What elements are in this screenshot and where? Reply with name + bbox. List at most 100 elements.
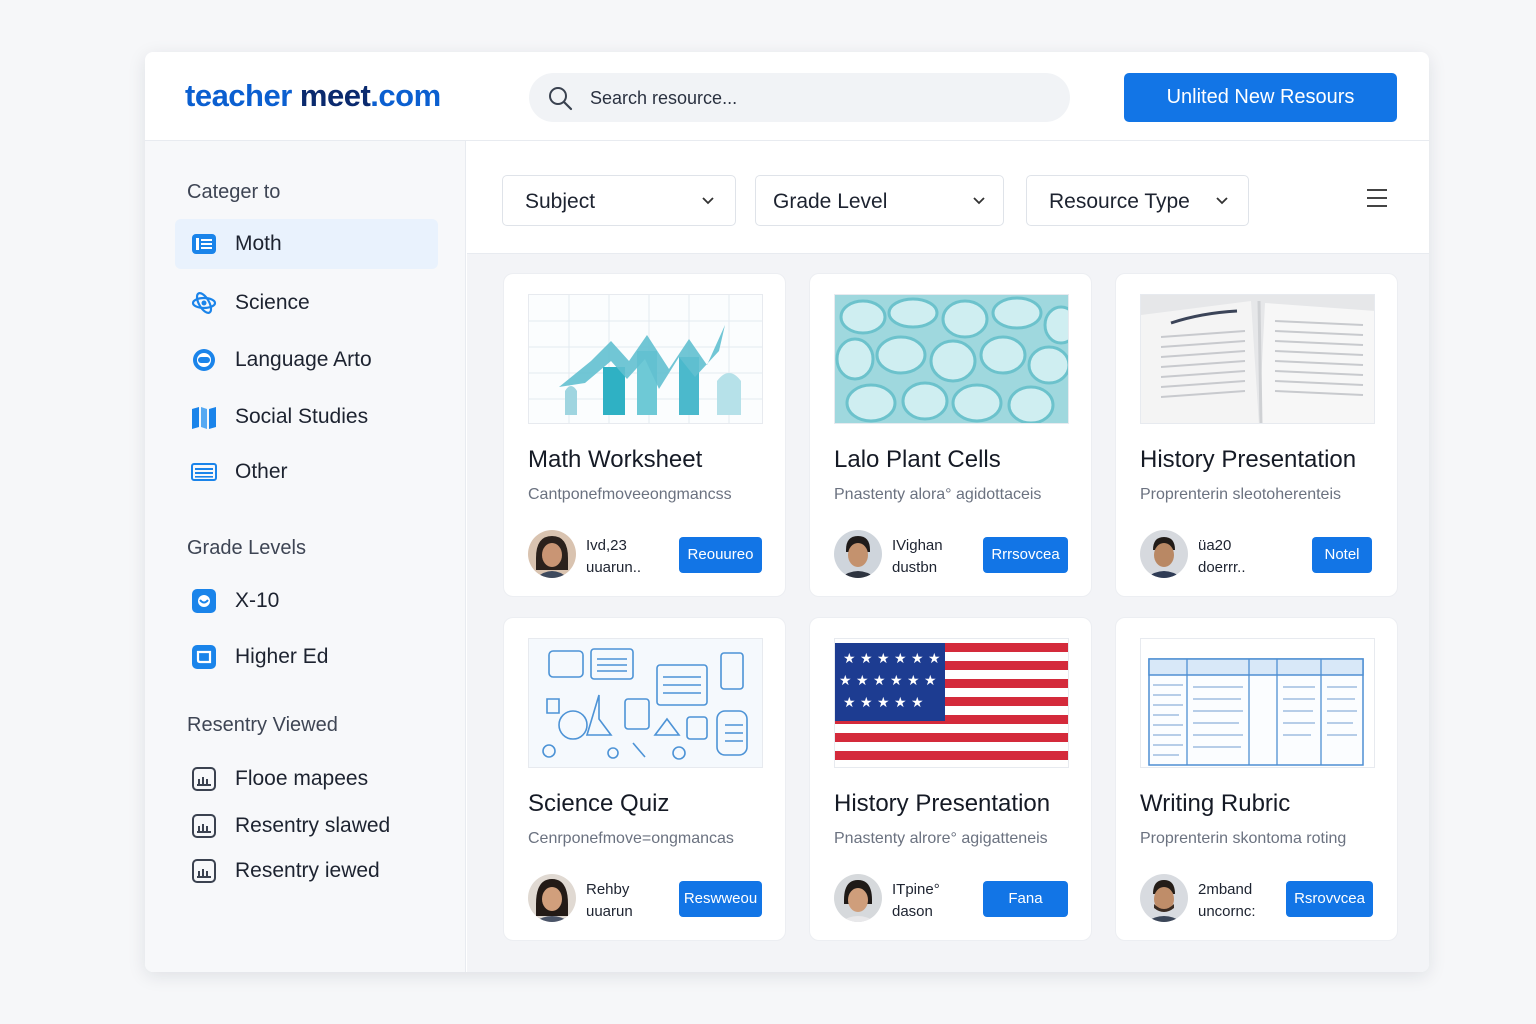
resource-card[interactable]: History Presentation Proprenterin sleoto… <box>1115 273 1398 597</box>
resource-card[interactable]: Science Quiz Cenrponefmove=ongmancas Reh… <box>503 617 786 941</box>
sidebar-item-language-arts[interactable]: Language Arto <box>175 335 438 385</box>
card-title: Science Quiz <box>528 790 670 817</box>
map-icon <box>192 407 216 429</box>
filter-bar: Subject Grade Level Resource Type <box>467 141 1429 254</box>
avatar <box>528 530 576 578</box>
sidebar-item-social-studies[interactable]: Social Studies <box>175 392 438 442</box>
avatar <box>1140 530 1188 578</box>
card-description: Pnastenty alora° agidottaceis <box>834 486 1042 503</box>
grade-levels-heading: Grade Levels <box>187 537 306 559</box>
cells-thumbnail <box>834 294 1069 424</box>
resource-button[interactable]: Rsrovvcea <box>1286 881 1373 917</box>
card-meta-primary: üa20 <box>1198 537 1232 554</box>
grade-level-dropdown-label: Grade Level <box>773 190 888 213</box>
sidebar-item-k10[interactable]: X-10 <box>175 576 438 626</box>
sidebar-item-label: X-10 <box>235 589 280 612</box>
card-meta-primary: 2mband <box>1198 881 1253 898</box>
avatar <box>528 874 576 922</box>
card-description: Proprenterin sleotoherenteis <box>1140 486 1342 503</box>
resource-card[interactable]: Math Worksheet Cantponefmoveeongmancss I… <box>503 273 786 597</box>
resource-card[interactable]: Writing Rubric Proprenterin skontoma rot… <box>1115 617 1398 941</box>
card-meta-primary: Rehby <box>586 881 630 898</box>
card-meta-secondary: uuarun <box>586 903 633 920</box>
app-window: teacher meet.com Search resource... Unli… <box>145 52 1429 972</box>
card-meta-primary: Ivd,23 <box>586 537 627 554</box>
logo-part-1: teacher <box>185 78 292 113</box>
sidebar-item-label: Language Arto <box>235 348 372 371</box>
card-description: Cenrponefmove=ongmancas <box>528 830 734 847</box>
card-description: Proprenterin skontoma roting <box>1140 830 1347 847</box>
list-icon <box>191 463 217 481</box>
card-title: History Presentation <box>1140 446 1357 473</box>
resource-type-dropdown[interactable]: Resource Type <box>1026 175 1249 226</box>
card-meta-secondary: dason <box>892 903 933 920</box>
card-title: Writing Rubric <box>1140 790 1291 817</box>
resource-type-dropdown-label: Resource Type <box>1049 190 1190 213</box>
resource-button[interactable]: Reswweou <box>679 881 762 917</box>
resource-card[interactable]: Lalo Plant Cells Pnastenty alora° agidot… <box>809 273 1092 597</box>
sidebar-item-higher-ed[interactable]: Higher Ed <box>175 632 438 682</box>
card-title: Lalo Plant Cells <box>834 446 1001 473</box>
card-meta-secondary: doerrr.. <box>1198 559 1246 576</box>
card-description: Pnastenty alrore° agigatteneis <box>834 830 1048 847</box>
svg-text:★ ★ ★ ★ ★ ★: ★ ★ ★ ★ ★ ★ <box>839 673 937 689</box>
resource-button[interactable]: Rrrsovcea <box>983 537 1068 573</box>
table-thumbnail <box>1140 638 1375 768</box>
recent-item-1[interactable]: Flooe mapees <box>175 754 438 804</box>
sidebar-item-label: Social Studies <box>235 405 369 428</box>
sidebar-item-other[interactable]: Other <box>175 447 438 497</box>
sidebar-item-label: Science <box>235 291 310 314</box>
subject-dropdown-label: Subject <box>525 190 596 213</box>
sidebar: Categer to Moth Science Language Arto So… <box>145 141 466 972</box>
card-title: History Presentation <box>834 790 1051 817</box>
atom-icon <box>191 292 217 314</box>
resource-grid: Math Worksheet Cantponefmoveeongmancss I… <box>467 254 1429 972</box>
sidebar-item-label: Moth <box>235 232 282 255</box>
recent-item-3[interactable]: Resentry iewed <box>175 846 438 896</box>
resource-button[interactable]: Fana <box>983 881 1068 917</box>
sketch-thumbnail <box>528 638 763 768</box>
recently-viewed-heading: Resentry Viewed <box>187 714 338 736</box>
search-bar[interactable]: Search resource... <box>529 73 1070 122</box>
resource-button[interactable]: Notel <box>1312 537 1372 573</box>
card-meta-secondary: uuarun.. <box>586 559 642 576</box>
top-header: teacher meet.com Search resource... Unli… <box>145 52 1429 141</box>
site-logo[interactable]: teacher meet.com <box>185 78 441 114</box>
categories-heading: Categer to <box>187 181 281 203</box>
svg-text:★ ★ ★ ★ ★: ★ ★ ★ ★ ★ <box>843 695 924 711</box>
logo-part-2: meet <box>291 78 371 113</box>
avatar <box>1140 874 1188 922</box>
subject-dropdown[interactable]: Subject <box>502 175 736 226</box>
avatar <box>834 874 882 922</box>
search-input[interactable]: Search resource... <box>590 88 737 109</box>
calendar-icon <box>192 767 216 791</box>
menu-icon[interactable] <box>1365 187 1389 209</box>
book-thumbnail <box>1140 294 1375 424</box>
sidebar-item-label: Other <box>235 460 288 483</box>
calendar-icon <box>192 859 216 883</box>
calendar-icon <box>192 814 216 838</box>
card-meta-primary: ITpine° <box>892 881 940 898</box>
resource-button[interactable]: Reouureo <box>679 537 762 573</box>
sidebar-item-label: Flooe mapees <box>235 767 369 790</box>
speech-icon <box>193 349 215 371</box>
sidebar-item-math[interactable]: Moth <box>175 219 438 269</box>
flag-thumbnail: ★ ★ ★ ★ ★ ★ ★ ★ ★ ★ ★ ★ ★ ★ ★ ★ ★ <box>834 638 1069 768</box>
recent-item-2[interactable]: Resentry slawed <box>175 801 438 851</box>
new-resources-button[interactable]: Unlited New Resours <box>1124 73 1397 122</box>
sidebar-item-science[interactable]: Science <box>175 278 438 328</box>
avatar <box>834 530 882 578</box>
school-icon <box>192 589 216 613</box>
sidebar-item-label: Resentry slawed <box>235 814 391 837</box>
chevron-down-icon <box>1216 197 1228 205</box>
search-icon <box>549 87 573 111</box>
card-description: Cantponefmoveeongmancss <box>528 486 732 503</box>
chart-thumbnail <box>528 294 763 424</box>
sidebar-item-label: Higher Ed <box>235 645 329 668</box>
resource-card[interactable]: ★ ★ ★ ★ ★ ★ ★ ★ ★ ★ ★ ★ ★ ★ ★ ★ ★ Histor… <box>809 617 1092 941</box>
card-meta-secondary: uncornc: <box>1198 903 1256 920</box>
chevron-down-icon <box>702 197 714 205</box>
card-meta-primary: IVighan <box>892 537 943 554</box>
grade-level-dropdown[interactable]: Grade Level <box>755 175 1004 226</box>
graduation-icon <box>192 645 216 669</box>
